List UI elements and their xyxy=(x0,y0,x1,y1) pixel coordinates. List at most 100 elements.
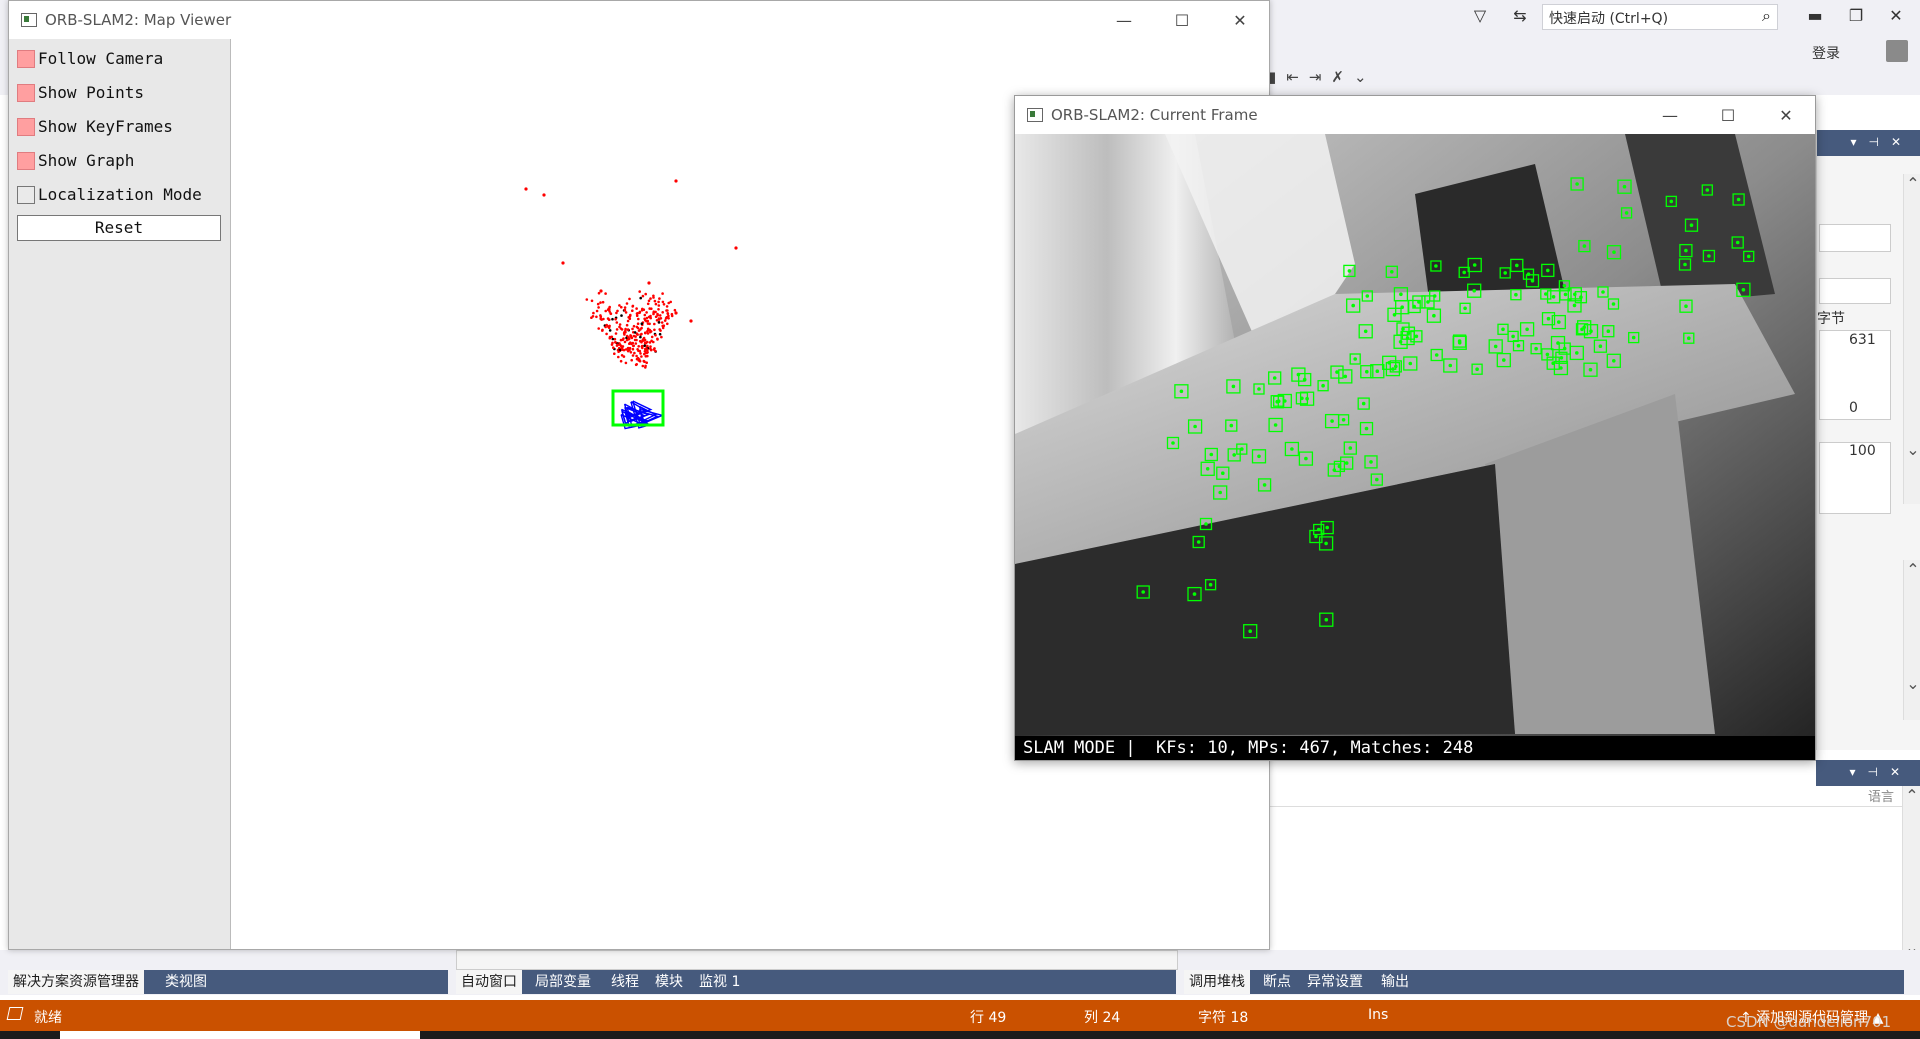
reset-button[interactable]: Reset xyxy=(17,215,221,241)
right-tabbar: 调用堆栈 断点 异常设置 输出 xyxy=(1184,970,1904,994)
current-frame-window: ORB-SLAM2: Current Frame — ☐ ✕ SLAM MODE… xyxy=(1014,95,1816,761)
tab-class-view[interactable]: 类视图 xyxy=(160,970,212,994)
status-bar: 就绪 行 49 列 24 字符 18 Ins ↑ 添加到源代码管理 ▲ xyxy=(0,1000,1920,1031)
minimize-icon[interactable]: ▬ xyxy=(1805,6,1825,28)
pane-input-2[interactable] xyxy=(1819,278,1891,304)
map-point xyxy=(626,319,630,323)
properties-pane: ▾⊣✕ 字节 631 0 100 ⌃ ⌄ ⌃ ⌄ xyxy=(1816,130,1920,750)
option-label: Show Graph xyxy=(38,151,135,170)
orb-feature-point xyxy=(1501,327,1505,332)
orb-feature-point xyxy=(1612,359,1616,363)
map-point xyxy=(635,307,638,310)
map-point xyxy=(628,342,631,346)
orb-feature-point xyxy=(1472,288,1476,293)
map-point xyxy=(631,309,634,313)
tab-solution-explorer[interactable]: 解决方案资源管理器 xyxy=(8,970,144,994)
map-point xyxy=(618,325,621,329)
orb-feature-point xyxy=(1353,357,1357,361)
output-scrollbar[interactable]: ⌃ ⌄ xyxy=(1902,786,1920,966)
next-bookmark-icon[interactable]: ⇥ xyxy=(1309,68,1332,86)
quick-launch-input[interactable]: 快速启动 (Ctrl+Q) xyxy=(1542,4,1778,30)
map-point xyxy=(643,341,647,345)
maximize-icon[interactable]: ☐ xyxy=(1705,102,1751,130)
login-link[interactable]: 登录 xyxy=(1812,43,1840,63)
bookmark-icon[interactable]: ▮ xyxy=(1268,68,1286,86)
orb-feature-point xyxy=(1735,240,1740,245)
current-frame-titlebar[interactable]: ORB-SLAM2: Current Frame — ☐ ✕ xyxy=(1015,96,1815,134)
pane-scrollbar-2[interactable]: ⌃ ⌄ xyxy=(1903,560,1920,720)
map-point xyxy=(663,319,667,322)
filter-icon[interactable]: ▽ xyxy=(1470,6,1490,28)
pane-input[interactable] xyxy=(1819,224,1891,252)
tab-autos[interactable]: 自动窗口 xyxy=(456,970,522,994)
map-point xyxy=(657,308,660,311)
map-point xyxy=(650,307,653,311)
orb-feature-point xyxy=(1347,269,1352,273)
map-point xyxy=(658,332,662,336)
map-point xyxy=(524,187,528,191)
tab-threads[interactable]: 线程 xyxy=(606,970,644,994)
map-point xyxy=(642,308,646,312)
tab-modules[interactable]: 模块 xyxy=(650,970,688,994)
restore-icon[interactable]: ❐ xyxy=(1846,6,1866,28)
map-point xyxy=(656,338,659,341)
toolbar-overflow-icon[interactable]: ⌄ xyxy=(1354,68,1377,86)
orb-feature-point xyxy=(1209,452,1214,457)
orb-feature-point xyxy=(1601,290,1605,294)
maximize-icon[interactable]: ☐ xyxy=(1159,7,1205,35)
map-point xyxy=(625,323,629,327)
middle-tabbar: 自动窗口 局部变量 线程 模块 监视 1 xyxy=(456,970,1176,994)
map-viewer-titlebar[interactable]: ORB-SLAM2: Map Viewer — ☐ ✕ xyxy=(9,1,1269,39)
prev-bookmark-icon[interactable]: ⇤ xyxy=(1286,68,1309,86)
minimize-icon[interactable]: — xyxy=(1647,102,1693,130)
live-share-icon[interactable]: ⇆ xyxy=(1510,6,1530,28)
map-point xyxy=(635,312,639,315)
orb-feature-point xyxy=(1546,268,1550,273)
map-point xyxy=(655,319,659,322)
map-point xyxy=(617,350,620,354)
taskbar-item[interactable] xyxy=(60,1031,420,1039)
orb-feature-point xyxy=(1361,401,1366,406)
tab-exception-settings[interactable]: 异常设置 xyxy=(1302,970,1368,994)
orb-feature-point xyxy=(1375,477,1379,482)
tab-call-stack[interactable]: 调用堆栈 xyxy=(1184,970,1250,994)
orb-feature-point xyxy=(1316,527,1321,532)
search-icon[interactable]: ⌕ xyxy=(1762,6,1782,26)
tab-locals[interactable]: 局部变量 xyxy=(530,970,596,994)
tab-watch-1[interactable]: 监视 1 xyxy=(694,970,745,994)
close-icon[interactable]: ✕ xyxy=(1886,6,1906,28)
map-point xyxy=(652,310,656,314)
map-point xyxy=(620,305,623,309)
orb-feature-point xyxy=(1575,182,1579,186)
checkbox[interactable] xyxy=(17,84,35,102)
map-point xyxy=(612,346,615,350)
map-point xyxy=(595,315,598,319)
map-point xyxy=(591,315,595,318)
close-icon[interactable]: ✕ xyxy=(1217,7,1263,35)
map-point xyxy=(652,294,655,298)
orb-feature-point xyxy=(1414,334,1419,339)
orb-feature-point xyxy=(1572,303,1577,308)
map-point xyxy=(647,299,651,303)
checkbox[interactable] xyxy=(17,152,35,170)
option-label: Localization Mode xyxy=(38,185,202,204)
map-point xyxy=(654,333,657,337)
orb-feature-point xyxy=(1432,294,1437,298)
map-point xyxy=(599,317,602,321)
orb-feature-point xyxy=(1218,490,1222,495)
close-icon[interactable]: ✕ xyxy=(1763,102,1809,130)
checkbox[interactable] xyxy=(17,50,35,68)
checkbox[interactable] xyxy=(17,118,35,136)
minimize-icon[interactable]: — xyxy=(1101,7,1147,35)
clear-bookmark-icon[interactable]: ✗ xyxy=(1331,68,1354,86)
checkbox[interactable] xyxy=(17,186,35,204)
account-avatar-icon[interactable] xyxy=(1886,40,1908,62)
tab-output[interactable]: 输出 xyxy=(1376,970,1414,994)
orb-feature-point xyxy=(1575,351,1579,355)
auto-window-scroll[interactable] xyxy=(456,950,1178,970)
option-label: Show KeyFrames xyxy=(38,117,173,136)
map-point xyxy=(664,316,668,320)
pane-scrollbar[interactable]: ⌃ ⌄ xyxy=(1903,174,1920,504)
tab-breakpoints[interactable]: 断点 xyxy=(1258,970,1296,994)
value-100: 100 xyxy=(1849,443,1876,459)
